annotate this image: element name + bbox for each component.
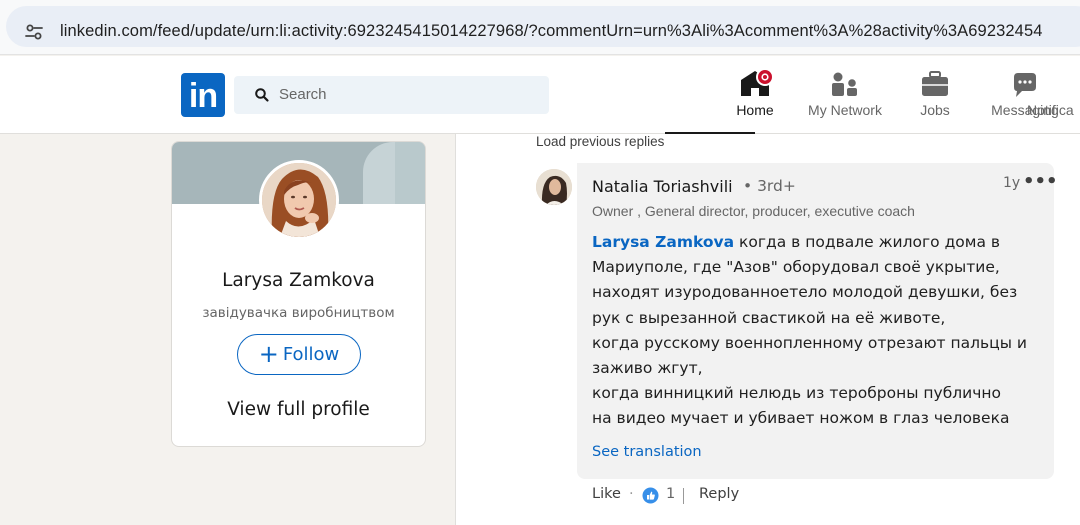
follow-button[interactable]: + Follow	[237, 334, 361, 375]
comment-line: Мариуполе, где "Азов" оборудовал своё ук…	[592, 258, 1000, 277]
nav-jobs[interactable]: Jobs	[845, 68, 950, 134]
top-navigation: in Search Home My Network Jobs Messaging…	[0, 56, 1080, 134]
reaction-count[interactable]: 1	[666, 486, 675, 502]
mention-link[interactable]: Larysa Zamkova	[592, 233, 734, 251]
connection-degree: • 3rd+	[743, 177, 796, 195]
commenter-photo	[536, 169, 572, 205]
plus-icon: +	[258, 340, 279, 368]
profile-headline: завідувачка виробництвом	[202, 305, 395, 321]
comment-timestamp: 1y	[1003, 175, 1021, 191]
linkedin-logo[interactable]: in	[181, 73, 225, 117]
url-field[interactable]: linkedin.com/feed/update/urn:li:activity…	[6, 6, 1080, 47]
comment-bubble: Natalia Toriashvili • 3rd+ 1y ••• Owner …	[577, 163, 1058, 479]
action-divider	[683, 488, 684, 504]
comments-section: Load previous replies Natalia Toriashvil…	[455, 134, 1080, 525]
bell-icon	[1060, 68, 1080, 102]
profile-name[interactable]: Larysa Zamkova	[172, 270, 425, 291]
nav-messaging[interactable]: Messaging	[935, 68, 1059, 134]
comment-line: Larysa Zamkova когда в подвале жилого до…	[592, 233, 1001, 251]
see-translation-link[interactable]: See translation	[592, 444, 702, 460]
comment-line: когда русскому военнопленному отрезают п…	[592, 333, 1027, 352]
site-settings-icon[interactable]	[24, 22, 44, 42]
commenter-avatar[interactable]	[536, 169, 572, 205]
url-text[interactable]: linkedin.com/feed/update/urn:li:activity…	[60, 22, 1043, 41]
profile-card: Larysa Zamkova завідувачка виробництвом …	[171, 141, 426, 447]
nav-my-network[interactable]: My Network	[755, 68, 882, 134]
comment-line: на видео мучает и убивает ножом в глаз ч…	[592, 409, 1010, 428]
comment-line: находят изуродованноетело молодой девушк…	[592, 283, 1018, 302]
browser-address-bar: linkedin.com/feed/update/urn:li:activity…	[0, 0, 1080, 55]
reply-button[interactable]: Reply	[699, 486, 739, 502]
view-full-profile-link[interactable]: View full profile	[172, 399, 425, 420]
follow-label: Follow	[282, 344, 340, 365]
load-previous-replies-link[interactable]: Load previous replies	[536, 134, 664, 149]
separator-dot: ·	[629, 486, 634, 502]
more-options-icon[interactable]: •••	[1023, 171, 1058, 192]
search-input[interactable]: Search	[279, 86, 327, 103]
comment-line: когда винницкий нелюдь из тероброны публ…	[592, 384, 1002, 403]
profile-avatar[interactable]	[259, 160, 339, 240]
comment-line: рук с вырезанной свастикой на её животе,	[592, 308, 946, 327]
search-icon	[255, 88, 269, 102]
comment-line: заживо жгут,	[592, 359, 703, 378]
like-reaction-icon[interactable]	[642, 487, 659, 504]
nav-label-notifications: Notifica	[1027, 102, 1074, 118]
like-button[interactable]: Like	[592, 486, 621, 502]
comment-author[interactable]: Natalia Toriashvili	[592, 177, 733, 196]
avatar-photo	[262, 163, 336, 237]
search-box[interactable]: Search	[234, 76, 549, 114]
nav-home[interactable]: Home	[665, 68, 774, 134]
comment-author-headline: Owner , General director, producer, exec…	[592, 203, 915, 219]
comment-text: Larysa Zamkova когда в подвале жилого до…	[592, 230, 1042, 432]
nav-notifications[interactable]: Notifica	[1025, 68, 1080, 134]
